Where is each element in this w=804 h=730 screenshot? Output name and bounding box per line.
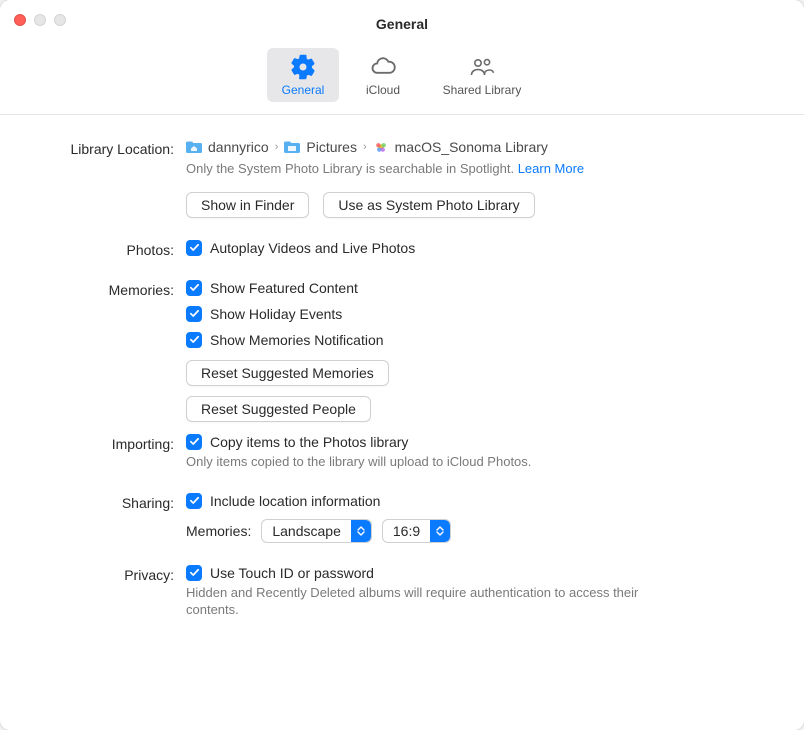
window-title: General [0,16,804,32]
library-location-row: Library Location: dannyrico › Pictures › [36,139,768,218]
chevron-right-icon: › [275,141,279,153]
tab-icloud[interactable]: iCloud [347,48,419,102]
library-path-breadcrumb[interactable]: dannyrico › Pictures › macOS_Sonoma Libr… [186,139,548,155]
aspect-ratio-value: 16:9 [383,523,430,539]
library-spotlight-note: Only the System Photo Library is searcha… [186,161,584,178]
learn-more-link[interactable]: Learn More [518,161,584,176]
copy-items-label: Copy items to the Photos library [210,434,408,450]
content: Library Location: dannyrico › Pictures › [0,115,804,619]
include-location-label: Include location information [210,493,380,509]
privacy-row: Privacy: Use Touch ID or password Hidden… [36,565,768,619]
memories-notification-label: Show Memories Notification [210,332,384,348]
preferences-window: General General iCloud Shared Library Li… [0,0,804,730]
breadcrumb-segment-3: macOS_Sonoma Library [395,139,548,155]
photos-label: Photos: [36,240,186,258]
memories-row: Memories: Show Featured Content Show Hol… [36,280,768,422]
people-icon [468,54,496,80]
importing-row: Importing: Copy items to the Photos libr… [36,434,768,471]
tab-shared-library-label: Shared Library [443,83,522,97]
sharing-row: Sharing: Include location information Me… [36,493,768,543]
copy-items-checkbox[interactable] [186,434,202,450]
breadcrumb-segment-1: dannyrico [208,139,269,155]
tab-general-label: General [282,83,325,97]
gear-icon [289,54,317,80]
aspect-ratio-select[interactable]: 16:9 [382,519,451,543]
holiday-events-label: Show Holiday Events [210,306,342,322]
tab-general[interactable]: General [267,48,339,102]
minimize-button[interactable] [34,14,46,26]
holiday-events-checkbox[interactable] [186,306,202,322]
photos-row: Photos: Autoplay Videos and Live Photos [36,240,768,258]
library-location-label: Library Location: [36,139,186,157]
orientation-select[interactable]: Landscape [261,519,372,543]
toolbar: General iCloud Shared Library [0,44,804,115]
importing-label: Importing: [36,434,186,452]
privacy-note: Hidden and Recently Deleted albums will … [186,585,686,619]
show-in-finder-button[interactable]: Show in Finder [186,192,309,218]
tab-shared-library[interactable]: Shared Library [427,48,537,102]
home-folder-icon [186,139,202,155]
breadcrumb-segment-2: Pictures [306,139,357,155]
reset-suggested-memories-button[interactable]: Reset Suggested Memories [186,360,389,386]
autoplay-checkbox[interactable] [186,240,202,256]
sharing-memories-label: Memories: [186,523,251,539]
tab-icloud-label: iCloud [366,83,400,97]
memories-label: Memories: [36,280,186,298]
chevron-right-icon: › [363,141,367,153]
memories-notification-checkbox[interactable] [186,332,202,348]
reset-suggested-people-button[interactable]: Reset Suggested People [186,396,371,422]
window-controls [14,14,66,26]
pictures-folder-icon [284,139,300,155]
cloud-icon [369,54,397,80]
titlebar: General [0,0,804,44]
importing-note: Only items copied to the library will up… [186,454,531,471]
featured-content-label: Show Featured Content [210,280,358,296]
orientation-value: Landscape [262,523,351,539]
photos-library-icon [373,139,389,155]
touchid-checkbox[interactable] [186,565,202,581]
privacy-label: Privacy: [36,565,186,583]
select-arrows-icon [430,520,450,542]
sharing-label: Sharing: [36,493,186,511]
autoplay-label: Autoplay Videos and Live Photos [210,240,415,256]
touchid-label: Use Touch ID or password [210,565,374,581]
featured-content-checkbox[interactable] [186,280,202,296]
select-arrows-icon [351,520,371,542]
include-location-checkbox[interactable] [186,493,202,509]
use-as-system-library-button[interactable]: Use as System Photo Library [323,192,534,218]
zoom-button[interactable] [54,14,66,26]
close-button[interactable] [14,14,26,26]
